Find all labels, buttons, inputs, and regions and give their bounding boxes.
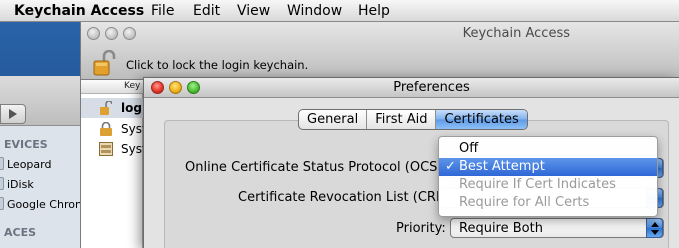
menu-window[interactable]: Window [287,3,342,19]
sidebar-item-label: Google Chron [7,198,82,211]
menu-item-require-if-cert-indicates: Require If Cert Indicates [439,176,657,194]
disk-icon [0,157,4,170]
certificate-cabinet-icon [99,142,113,156]
updown-arrows-icon [651,222,659,235]
keychain-window-title: Keychain Access [462,26,570,41]
sidebar-item-label: iDisk [7,178,34,191]
menu-item-best-attempt[interactable]: ✓ Best Attempt [439,158,657,176]
tab-first-aid[interactable]: First Aid [367,110,437,129]
checkmark-icon: ✓ [445,159,456,174]
keychains-column-header[interactable]: Key [81,80,143,94]
menu-item-require-for-all-certs: Require for All Certs [439,194,657,212]
ocsp-dropdown-menu: Off ✓ Best Attempt Require If Cert Indic… [438,136,658,217]
keychain-titlebar: Keychain Access Click to lock the login … [81,22,679,80]
devices-header: EVICES [4,138,48,151]
menu-item-label: Require If Cert Indicates [459,177,616,192]
open-lock-icon [100,101,112,115]
keychain-system-roots[interactable]: Syst [81,139,147,159]
preferences-window: Preferences General First Aid Certificat… [143,77,679,248]
places-header: ACES [4,226,37,239]
menu-item-label: Require for All Certs [459,195,590,210]
unlocked-padlock-icon[interactable] [93,50,117,76]
crl-label: Certificate Revocation List (CRL): [238,190,453,205]
priority-label: Priority: [396,221,446,236]
finder-window: EVICES Leopard iDisk Google Chron ACES [0,76,92,248]
lock-icon [100,122,112,136]
preferences-titlebar: Preferences [144,78,679,98]
menu-app-name[interactable]: Keychain Access [14,3,144,19]
menu-help[interactable]: Help [358,3,390,19]
menu-item-off[interactable]: Off [439,140,657,158]
tab-certificates[interactable]: Certificates [436,110,527,129]
ocsp-label: Online Certificate Status Protocol (OCSP… [185,160,455,175]
lock-message: Click to lock the login keychain. [126,58,309,72]
menu-view[interactable]: View [237,3,270,19]
menu-bar: Keychain Access File Edit View Window He… [0,0,679,22]
preferences-title: Preferences [393,80,470,95]
priority-value: Require Both [459,221,543,236]
keychain-login[interactable]: logi [81,98,146,118]
sidebar-item-label: Leopard [7,158,52,171]
sidebar-item-idisk[interactable]: iDisk [0,174,92,194]
priority-popup[interactable]: Require Both [450,218,664,238]
sidebar-item-google[interactable]: Google Chron [0,194,92,214]
menu-item-label: Off [459,141,479,156]
keychains-list: Key logi Syst Syst [81,80,147,248]
finder-toolbar [0,76,92,126]
preferences-tabs: General First Aid Certificates [298,109,528,130]
forward-arrow-icon [9,109,17,119]
menu-edit[interactable]: Edit [193,3,220,19]
forward-button[interactable] [0,104,26,124]
popup-arrows [646,218,663,238]
sidebar-item-leopard[interactable]: Leopard [0,154,92,174]
menu-item-label: Best Attempt [459,159,545,174]
tab-general[interactable]: General [299,110,368,129]
keychain-system[interactable]: Syst [81,119,147,139]
menu-file[interactable]: File [151,3,174,19]
disk-icon [0,197,4,210]
idisk-icon [0,177,4,190]
